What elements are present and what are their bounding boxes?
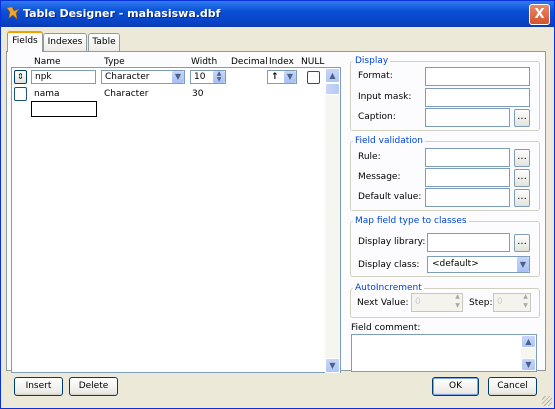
caption-label: Caption: bbox=[358, 112, 396, 122]
chevron-down-icon[interactable]: ▼ bbox=[516, 257, 529, 272]
message-browse-button[interactable]: ... bbox=[514, 169, 530, 187]
header-index: Index bbox=[269, 57, 294, 67]
ok-button[interactable]: OK bbox=[432, 377, 479, 396]
input-mask-field[interactable] bbox=[425, 88, 530, 107]
default-browse-button[interactable]: ... bbox=[514, 189, 530, 207]
tab-fields[interactable]: Fields bbox=[7, 31, 43, 52]
header-width: Width bbox=[191, 57, 218, 67]
header-type: Type bbox=[104, 57, 125, 67]
delete-button[interactable]: Delete bbox=[69, 377, 118, 396]
field-type-select[interactable]: Character ▼ bbox=[101, 70, 185, 84]
fox-icon bbox=[6, 6, 20, 20]
scroll-down-icon[interactable]: ▼ bbox=[521, 358, 536, 371]
rule-browse-button[interactable]: ... bbox=[514, 149, 530, 167]
field-width-spinner[interactable]: 10 ▲ ▼ bbox=[190, 70, 226, 84]
window-title: Table Designer - mahasiswa.dbf bbox=[23, 7, 221, 20]
index-up-icon: ↑ bbox=[271, 72, 279, 82]
close-button[interactable]: X bbox=[529, 4, 550, 25]
header-decimal: Decimal bbox=[231, 57, 268, 67]
scroll-down-icon[interactable]: ▼ bbox=[325, 358, 340, 373]
caption-browse-button[interactable]: ... bbox=[514, 109, 530, 127]
rule-label: Rule: bbox=[358, 152, 381, 162]
header-null: NULL bbox=[301, 57, 325, 67]
default-value-field[interactable] bbox=[425, 188, 510, 207]
resize-grip-icon[interactable] bbox=[542, 396, 552, 406]
new-field-input[interactable] bbox=[31, 101, 97, 117]
tab-indexes[interactable]: Indexes bbox=[43, 33, 87, 51]
null-checkbox[interactable] bbox=[307, 71, 320, 84]
field-type-text[interactable]: Character bbox=[104, 88, 148, 102]
delete-button-label: Delete bbox=[78, 381, 109, 391]
rule-field[interactable] bbox=[425, 148, 510, 167]
spinner-icon[interactable]: ▲ ▼ bbox=[212, 71, 225, 83]
next-value-text: 0 bbox=[415, 297, 421, 307]
field-name-text[interactable]: nama bbox=[34, 88, 60, 102]
chevron-down-icon[interactable]: ▼ bbox=[283, 71, 296, 83]
message-field[interactable] bbox=[425, 168, 510, 187]
cancel-button[interactable]: Cancel bbox=[488, 377, 537, 396]
input-mask-label: Input mask: bbox=[358, 92, 412, 102]
comment-scrollbar[interactable]: ▲ ▼ bbox=[521, 335, 536, 371]
validation-group-title: Field validation bbox=[353, 136, 425, 146]
title-bar[interactable]: Table Designer - mahasiswa.dbf X bbox=[1, 1, 554, 27]
tab-table[interactable]: Table bbox=[88, 33, 120, 51]
next-value-label: Next Value: bbox=[357, 298, 409, 308]
caption-field[interactable] bbox=[425, 108, 510, 127]
grid-scrollbar[interactable]: ▲ ▼ bbox=[325, 68, 340, 373]
display-class-select[interactable]: <default> ▼ bbox=[427, 256, 530, 273]
display-library-label: Display library: bbox=[358, 237, 426, 247]
scroll-up-icon[interactable]: ▲ bbox=[521, 335, 536, 348]
step-text: 0 bbox=[497, 297, 503, 307]
display-class-value: <default> bbox=[432, 259, 479, 269]
field-comment-label: Field comment: bbox=[351, 323, 421, 333]
row-selector[interactable] bbox=[14, 87, 27, 101]
display-class-label: Display class: bbox=[358, 260, 420, 270]
row-mover-icon[interactable]: ⇕ bbox=[14, 70, 27, 84]
field-comment-textarea[interactable]: ▲ ▼ bbox=[351, 334, 537, 372]
field-width-text[interactable]: 30 bbox=[192, 88, 203, 102]
header-name: Name bbox=[34, 57, 61, 67]
table-designer-window: Table Designer - mahasiswa.dbf X Fields … bbox=[0, 0, 555, 409]
default-value-label: Default value: bbox=[358, 192, 422, 202]
cancel-button-label: Cancel bbox=[497, 381, 528, 391]
step-spinner-icon: ▲ ▼ bbox=[523, 293, 528, 309]
format-field[interactable] bbox=[425, 67, 530, 86]
step-label: Step: bbox=[469, 298, 493, 308]
library-browse-button[interactable]: ... bbox=[514, 234, 530, 252]
scroll-up-icon[interactable]: ▲ bbox=[325, 68, 340, 83]
field-type-value: Character bbox=[105, 72, 150, 82]
next-value-spinner-icon: ▲ ▼ bbox=[455, 293, 460, 309]
field-name-input[interactable]: npk bbox=[31, 70, 96, 84]
message-label: Message: bbox=[358, 172, 401, 182]
map-classes-group-title: Map field type to classes bbox=[353, 216, 469, 226]
field-width-value: 10 bbox=[194, 72, 206, 82]
chevron-down-icon[interactable]: ▼ bbox=[171, 71, 184, 83]
scroll-thumb[interactable] bbox=[325, 83, 340, 95]
insert-button[interactable]: Insert bbox=[14, 377, 63, 396]
autoincrement-group-title: AutoIncrement bbox=[353, 283, 424, 293]
insert-button-label: Insert bbox=[25, 381, 52, 391]
format-label: Format: bbox=[358, 71, 393, 81]
field-index-select[interactable]: ↑ ▼ bbox=[267, 70, 297, 84]
ok-button-label: OK bbox=[449, 381, 462, 391]
display-library-field[interactable] bbox=[427, 233, 510, 252]
display-group-title: Display bbox=[353, 56, 391, 66]
